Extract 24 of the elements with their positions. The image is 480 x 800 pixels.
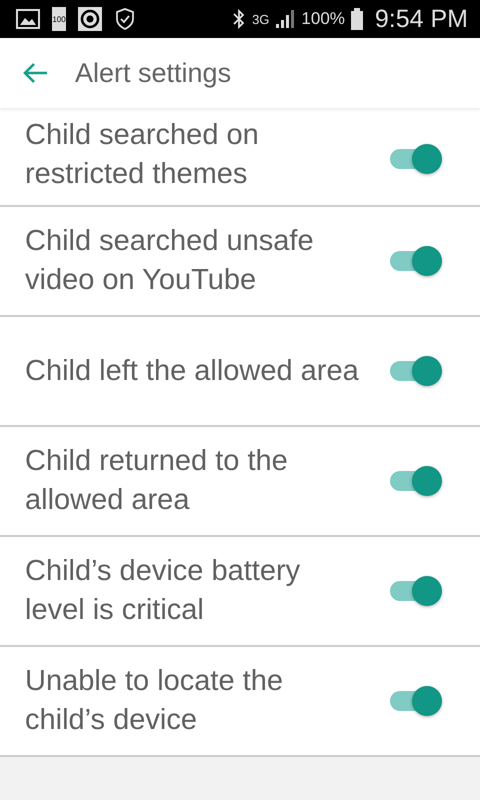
battery-icon: [350, 8, 363, 30]
screen-title: Alert settings: [75, 58, 232, 88]
toggle-switch[interactable]: [390, 466, 442, 496]
bluetooth-icon: [232, 8, 246, 30]
setting-label: Child searched unsafe video on YouTube: [25, 224, 315, 298]
battery-icon: 100: [52, 7, 66, 31]
setting-label: Unable to locate the child’s device: [25, 664, 284, 738]
battery-percent: 100%: [301, 9, 345, 29]
back-icon[interactable]: [23, 62, 49, 84]
setting-label: Child left the allowed area: [25, 354, 360, 388]
radio-icon: [78, 7, 102, 31]
toggle-switch[interactable]: [390, 356, 442, 386]
network-type: 3G: [252, 12, 270, 26]
toggle-switch[interactable]: [390, 144, 442, 174]
setting-label: Child returned to the allowed area: [25, 444, 289, 518]
signal-icon: [275, 9, 296, 29]
toggle-switch[interactable]: [390, 686, 442, 716]
image-icon: [16, 9, 40, 29]
shield-icon: [114, 7, 136, 31]
setting-label: Child searched on restricted themes: [25, 118, 260, 192]
toggle-switch[interactable]: [390, 246, 442, 276]
setting-label: Child’s device battery level is critical: [25, 554, 302, 628]
toggle-switch[interactable]: [390, 576, 442, 606]
clock: 9:54 PM: [374, 4, 468, 34]
